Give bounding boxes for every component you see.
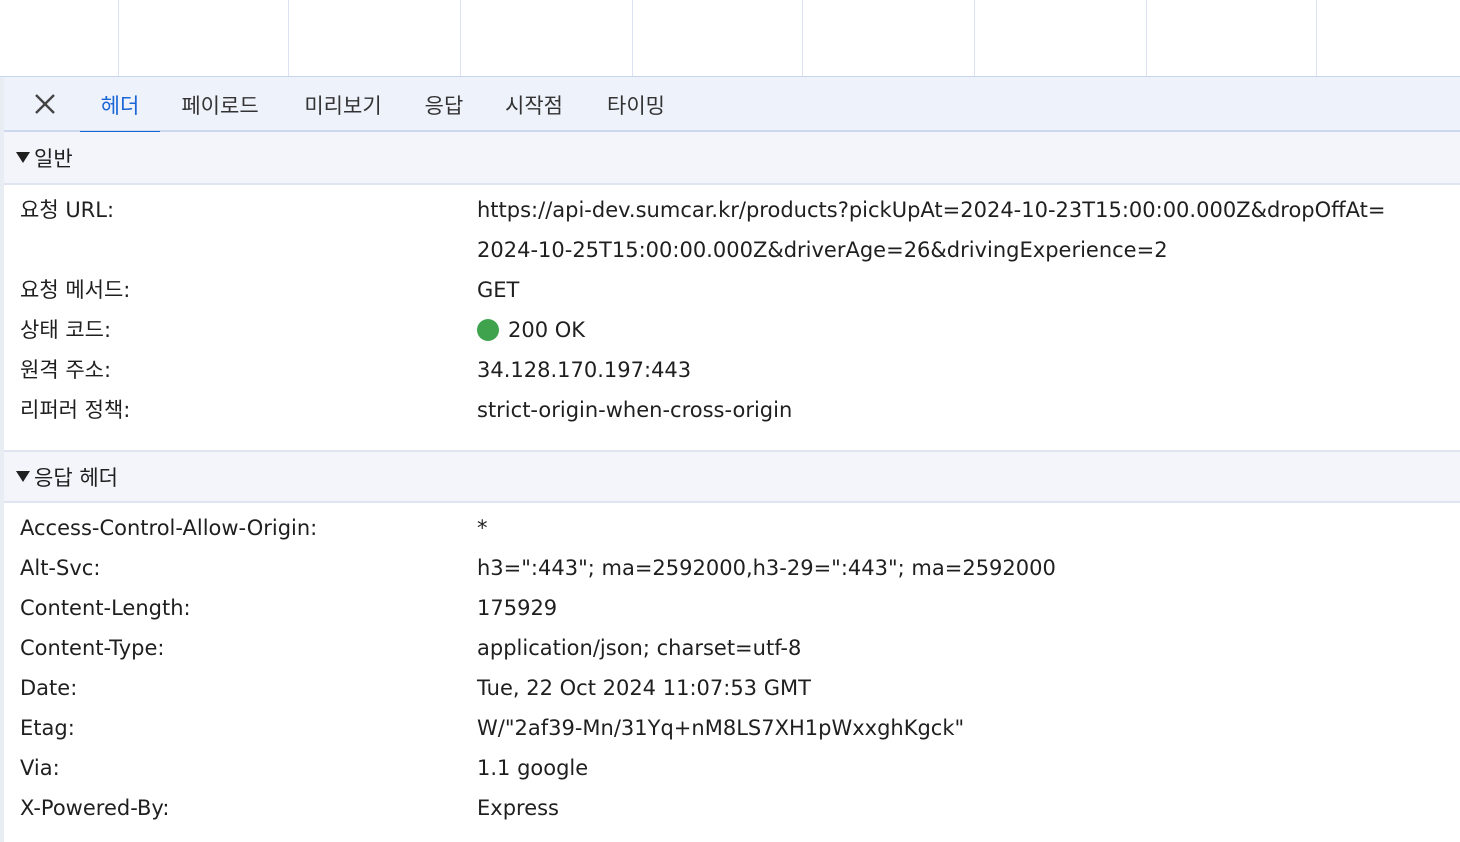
grid-line bbox=[118, 0, 119, 76]
row-value: * bbox=[477, 516, 488, 540]
network-waterfall-strip bbox=[0, 0, 1460, 77]
row-key: Content-Length: bbox=[20, 596, 191, 620]
triangle-down-icon bbox=[16, 471, 30, 482]
grid-line bbox=[1146, 0, 1147, 76]
row-key: Access-Control-Allow-Origin: bbox=[20, 516, 318, 540]
general-row-referrer-policy: 리퍼러 정책: strict-origin-when-cross-origin bbox=[4, 390, 1460, 430]
grid-line bbox=[632, 0, 633, 76]
response-header-row: Alt-Svc: h3=":443"; ma=2592000,h3-29=":4… bbox=[4, 548, 1460, 588]
row-key: 상태 코드: bbox=[20, 318, 112, 342]
general-row-remote-address: 원격 주소: 34.128.170.197:443 bbox=[4, 350, 1460, 390]
row-key: X-Powered-By: bbox=[20, 796, 170, 820]
tab-payload[interactable]: 페이로드 bbox=[170, 77, 270, 132]
row-value: 2024-10-25T15:00:00.000Z&driverAge=26&dr… bbox=[477, 238, 1168, 262]
row-key: Etag: bbox=[20, 716, 75, 740]
row-key: Date: bbox=[20, 676, 78, 700]
row-value: GET bbox=[477, 278, 520, 302]
grid-line bbox=[460, 0, 461, 76]
request-details-panel: 헤더 페이로드 미리보기 응답 시작점 타이밍 일반 요청 URL: https… bbox=[0, 77, 1460, 842]
tab-initiator[interactable]: 시작점 bbox=[494, 77, 574, 132]
response-header-row: X-Powered-By: Express bbox=[4, 788, 1460, 828]
tab-timing[interactable]: 타이밍 bbox=[596, 77, 676, 132]
section-response-headers-header[interactable]: 응답 헤더 bbox=[4, 450, 1460, 503]
row-value: 200 OK bbox=[508, 318, 586, 342]
general-row-request-url: 요청 URL: https://api-dev.sumcar.kr/produc… bbox=[4, 190, 1460, 230]
row-key: Alt-Svc: bbox=[20, 556, 101, 580]
row-key: Via: bbox=[20, 756, 60, 780]
row-key: Content-Type: bbox=[20, 636, 165, 660]
response-header-row: Content-Type: application/json; charset=… bbox=[4, 628, 1460, 668]
section-response-headers-title: 응답 헤더 bbox=[34, 465, 118, 490]
row-value: 175929 bbox=[477, 596, 558, 620]
general-row-status-code: 상태 코드: 200 OK bbox=[4, 310, 1460, 350]
row-key: 리퍼러 정책: bbox=[20, 398, 131, 422]
grid-line bbox=[974, 0, 975, 76]
close-button[interactable] bbox=[30, 89, 60, 119]
response-header-row: Access-Control-Allow-Origin: * bbox=[4, 508, 1460, 548]
tab-headers[interactable]: 헤더 bbox=[80, 77, 160, 134]
response-header-row: Content-Length: 175929 bbox=[4, 588, 1460, 628]
general-row-request-url-cont: 2024-10-25T15:00:00.000Z&driverAge=26&dr… bbox=[4, 230, 1460, 270]
row-value: strict-origin-when-cross-origin bbox=[477, 398, 793, 422]
close-icon bbox=[35, 94, 55, 114]
row-value: h3=":443"; ma=2592000,h3-29=":443"; ma=2… bbox=[477, 556, 1056, 580]
response-header-row: Via: 1.1 google bbox=[4, 748, 1460, 788]
row-value: https://api-dev.sumcar.kr/products?pickU… bbox=[477, 198, 1386, 222]
row-value: Tue, 22 Oct 2024 11:07:53 GMT bbox=[477, 676, 811, 700]
row-key: 원격 주소: bbox=[20, 358, 112, 382]
row-key: 요청 메서드: bbox=[20, 278, 131, 302]
response-header-row: Etag: W/"2af39-Mn/31Yq+nM8LS7XH1pWxxghKg… bbox=[4, 708, 1460, 748]
section-general-header[interactable]: 일반 bbox=[4, 132, 1460, 185]
response-header-row: Date: Tue, 22 Oct 2024 11:07:53 GMT bbox=[4, 668, 1460, 708]
tab-response[interactable]: 응답 bbox=[414, 77, 474, 132]
section-general-title: 일반 bbox=[34, 146, 73, 171]
details-tabbar: 헤더 페이로드 미리보기 응답 시작점 타이밍 bbox=[4, 77, 1460, 134]
row-value: 1.1 google bbox=[477, 756, 589, 780]
grid-line bbox=[288, 0, 289, 76]
row-key: 요청 URL: bbox=[20, 198, 115, 222]
grid-line bbox=[1316, 0, 1317, 76]
general-row-request-method: 요청 메서드: GET bbox=[4, 270, 1460, 310]
row-value-wrap: 200 OK bbox=[477, 310, 585, 350]
triangle-down-icon bbox=[16, 152, 30, 163]
row-value: application/json; charset=utf-8 bbox=[477, 636, 802, 660]
tab-preview[interactable]: 미리보기 bbox=[292, 77, 394, 132]
row-value: 34.128.170.197:443 bbox=[477, 358, 692, 382]
grid-line bbox=[802, 0, 803, 76]
row-value: W/"2af39-Mn/31Yq+nM8LS7XH1pWxxghKgck" bbox=[477, 716, 965, 740]
status-ok-icon bbox=[477, 319, 499, 341]
row-value: Express bbox=[477, 796, 560, 820]
